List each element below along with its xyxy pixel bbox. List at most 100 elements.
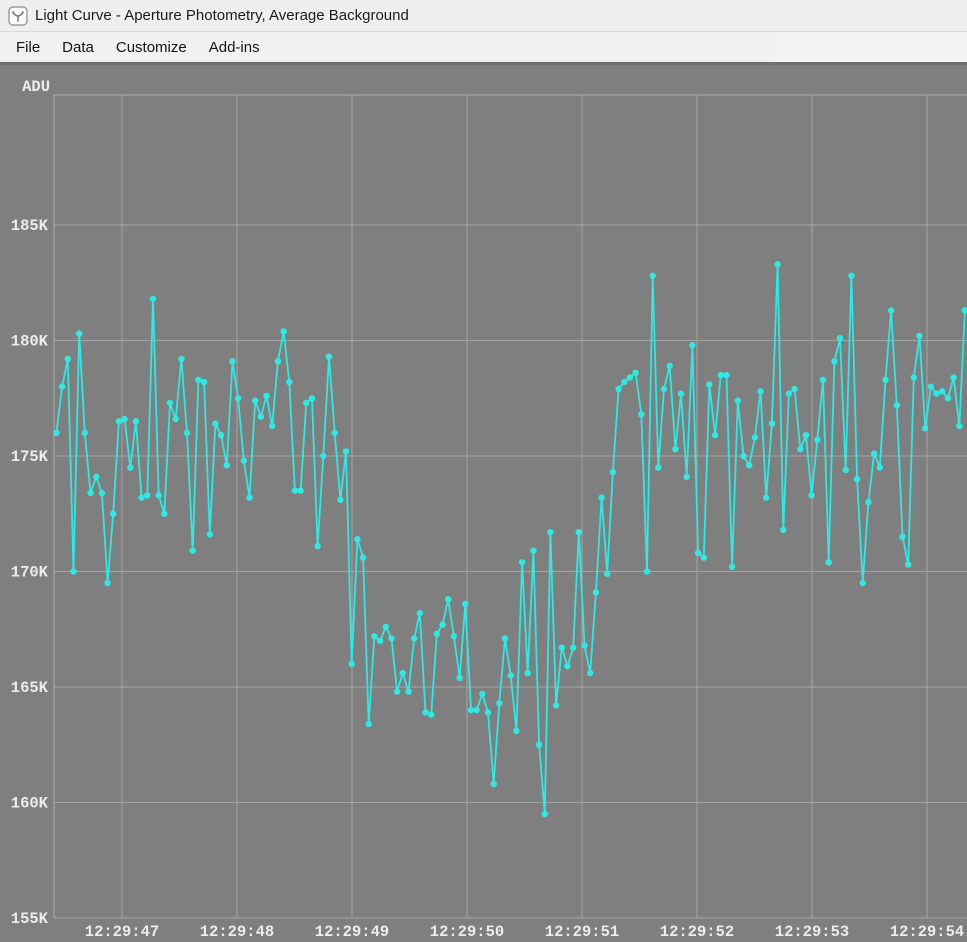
data-point[interactable] xyxy=(456,675,462,681)
data-point[interactable] xyxy=(150,296,156,302)
data-point[interactable] xyxy=(729,564,735,570)
data-point[interactable] xyxy=(110,511,116,517)
data-point[interactable] xyxy=(388,635,394,641)
data-point[interactable] xyxy=(161,511,167,517)
data-point[interactable] xyxy=(212,421,218,427)
data-point[interactable] xyxy=(672,446,678,452)
data-point[interactable] xyxy=(144,492,150,498)
data-point[interactable] xyxy=(360,554,366,560)
data-point[interactable] xyxy=(689,342,695,348)
data-point[interactable] xyxy=(536,742,542,748)
data-point[interactable] xyxy=(570,645,576,651)
data-point[interactable] xyxy=(894,402,900,408)
data-point[interactable] xyxy=(366,721,372,727)
data-point[interactable] xyxy=(104,580,110,586)
light-curve-plot[interactable]: 185K180K175K170K165K160K155K12:29:4712:2… xyxy=(0,62,967,942)
data-point[interactable] xyxy=(326,354,332,360)
data-point[interactable] xyxy=(201,379,207,385)
data-point[interactable] xyxy=(332,430,338,436)
data-point[interactable] xyxy=(451,633,457,639)
data-point[interactable] xyxy=(224,462,230,468)
data-point[interactable] xyxy=(678,390,684,396)
data-point[interactable] xyxy=(479,691,485,697)
data-point[interactable] xyxy=(297,487,303,493)
data-point[interactable] xyxy=(587,670,593,676)
data-point[interactable] xyxy=(468,707,474,713)
data-point[interactable] xyxy=(275,358,281,364)
data-point[interactable] xyxy=(922,425,928,431)
data-point[interactable] xyxy=(797,446,803,452)
data-point[interactable] xyxy=(93,474,99,480)
data-point[interactable] xyxy=(178,356,184,362)
data-point[interactable] xyxy=(530,548,536,554)
data-point[interactable] xyxy=(746,462,752,468)
data-point[interactable] xyxy=(888,307,894,313)
data-point[interactable] xyxy=(428,712,434,718)
data-point[interactable] xyxy=(417,610,423,616)
data-point[interactable] xyxy=(826,559,832,565)
data-point[interactable] xyxy=(473,707,479,713)
data-point[interactable] xyxy=(945,395,951,401)
data-point[interactable] xyxy=(508,672,514,678)
data-point[interactable] xyxy=(814,437,820,443)
data-point[interactable] xyxy=(576,529,582,535)
data-point[interactable] xyxy=(70,568,76,574)
data-point[interactable] xyxy=(195,377,201,383)
data-point[interactable] xyxy=(167,400,173,406)
data-point[interactable] xyxy=(610,469,616,475)
data-point[interactable] xyxy=(445,596,451,602)
data-point[interactable] xyxy=(950,374,956,380)
data-point[interactable] xyxy=(439,621,445,627)
data-point[interactable] xyxy=(434,631,440,637)
data-point[interactable] xyxy=(343,448,349,454)
data-point[interactable] xyxy=(865,499,871,505)
data-point[interactable] xyxy=(843,467,849,473)
data-point[interactable] xyxy=(207,531,213,537)
data-point[interactable] xyxy=(928,384,934,390)
data-point[interactable] xyxy=(59,384,65,390)
data-point[interactable] xyxy=(644,568,650,574)
data-point[interactable] xyxy=(371,633,377,639)
data-point[interactable] xyxy=(962,307,967,313)
data-point[interactable] xyxy=(718,372,724,378)
data-point[interactable] xyxy=(99,490,105,496)
data-point[interactable] xyxy=(820,377,826,383)
data-point[interactable] xyxy=(462,601,468,607)
data-point[interactable] xyxy=(581,642,587,648)
data-point[interactable] xyxy=(173,416,179,422)
data-point[interactable] xyxy=(241,457,247,463)
data-point[interactable] xyxy=(519,559,525,565)
data-point[interactable] xyxy=(621,379,627,385)
data-point[interactable] xyxy=(547,529,553,535)
data-point[interactable] xyxy=(53,430,59,436)
data-point[interactable] xyxy=(337,497,343,503)
data-point[interactable] xyxy=(757,388,763,394)
data-point[interactable] xyxy=(229,358,235,364)
data-point[interactable] xyxy=(735,397,741,403)
data-point[interactable] xyxy=(76,330,82,336)
data-point[interactable] xyxy=(695,550,701,556)
data-point[interactable] xyxy=(246,494,252,500)
data-point[interactable] xyxy=(286,379,292,385)
data-point[interactable] xyxy=(133,418,139,424)
data-point[interactable] xyxy=(65,356,71,362)
data-point[interactable] xyxy=(564,663,570,669)
data-point[interactable] xyxy=(723,372,729,378)
data-point[interactable] xyxy=(598,494,604,500)
data-point[interactable] xyxy=(377,638,383,644)
data-point[interactable] xyxy=(422,709,428,715)
data-point[interactable] xyxy=(303,400,309,406)
data-point[interactable] xyxy=(405,688,411,694)
data-point[interactable] xyxy=(956,423,962,429)
data-point[interactable] xyxy=(684,474,690,480)
data-point[interactable] xyxy=(769,421,775,427)
data-point[interactable] xyxy=(786,390,792,396)
data-point[interactable] xyxy=(933,390,939,396)
data-point[interactable] xyxy=(837,335,843,341)
data-point[interactable] xyxy=(496,700,502,706)
data-point[interactable] xyxy=(263,393,269,399)
data-point[interactable] xyxy=(309,395,315,401)
data-point[interactable] xyxy=(235,395,241,401)
data-point[interactable] xyxy=(899,534,905,540)
data-point[interactable] xyxy=(882,377,888,383)
